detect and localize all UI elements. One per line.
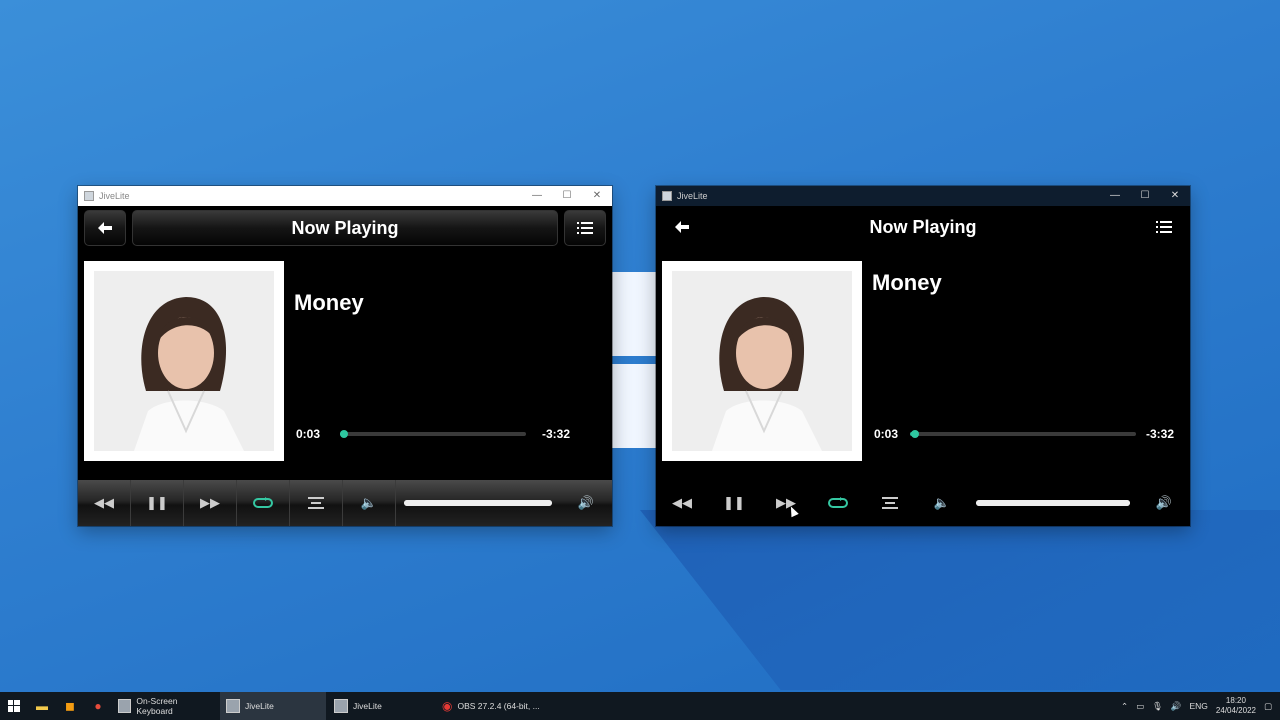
close-button[interactable]: ✕ [582,186,612,206]
window-title: JiveLite [99,191,130,201]
jivelite-window-left[interactable]: JiveLite — ☐ ✕ Now Playing Money 0:03 -3… [78,186,612,526]
taskbar-app-obs[interactable]: ◉ OBS 27.2.4 (64-bit, ... [436,692,548,720]
fast-forward-icon: ▶▶ [200,495,220,510]
pause-icon: ❚❚ [146,495,168,510]
elapsed-time: 0:03 [874,427,899,441]
volume-slider[interactable] [404,500,552,506]
progress-row: 0:03 -3:32 [872,426,1174,442]
minimize-button[interactable]: — [522,186,552,206]
list-icon [1156,221,1172,233]
windows-wallpaper-logo [612,272,658,448]
chrome-icon: ● [94,699,102,713]
repeat-icon [253,497,273,508]
close-button[interactable]: ✕ [1160,186,1190,206]
taskbar-app-jivelite-2[interactable]: JiveLite [328,692,434,720]
pause-button[interactable]: ❚❚ [131,480,184,526]
keyboard-icon [118,699,132,713]
page-title: Now Playing [132,210,558,246]
back-button[interactable] [84,210,126,246]
volume-low-icon: 🔈 [360,495,378,510]
repeat-icon [828,497,848,508]
jivelite-window-right[interactable]: JiveLite — ☐ ✕ Now Playing Money 0:03 -3… [656,186,1190,526]
rewind-button[interactable]: ◀◀ [656,480,708,526]
remaining-time: -3:32 [1145,427,1174,441]
repeat-button[interactable] [812,480,864,526]
volume-up-button[interactable]: 🔊 [560,480,612,526]
progress-knob[interactable] [339,430,348,438]
file-explorer-button[interactable]: ▬ [28,692,56,720]
network-icon[interactable]: ▭ [1136,701,1144,712]
maximize-button[interactable]: ☐ [552,186,582,206]
start-button[interactable] [0,692,28,720]
volume-low-icon: 🔈 [933,495,951,510]
back-arrow-icon [675,221,689,233]
rss-app-button[interactable]: ◼ [56,692,84,720]
repeat-button[interactable] [237,480,290,526]
list-icon [577,222,593,234]
menu-button[interactable] [564,210,606,246]
obs-icon: ◉ [442,699,453,713]
rewind-button[interactable]: ◀◀ [78,480,131,526]
pause-button[interactable]: ❚❚ [708,480,760,526]
rewind-icon: ◀◀ [94,495,114,510]
menu-button[interactable] [1144,210,1184,244]
maximize-button[interactable]: ☐ [1130,186,1160,206]
progress-slider[interactable] [910,430,1136,438]
app-icon [84,191,94,201]
window-titlebar[interactable]: JiveLite — ☐ ✕ [78,186,612,206]
folder-icon: ▬ [36,699,48,713]
chevron-up-icon[interactable]: ⌃ [1121,701,1128,712]
app-icon [662,191,672,201]
volume-down-button[interactable]: 🔈 [916,480,968,526]
transport-controls: ◀◀ ❚❚ ▶▶ 🔈 🔊 [78,480,612,526]
fast-forward-button[interactable]: ▶▶ [184,480,237,526]
window-title: JiveLite [677,191,708,201]
wallpaper-light-beam [640,510,1280,690]
minimize-button[interactable]: — [1100,186,1130,206]
transport-controls: ◀◀ ❚❚ ▶▶ 🔈 🔊 [656,480,1190,526]
now-playing-header: Now Playing [78,206,612,250]
taskbar-app-osk[interactable]: On-Screen Keyboard [112,692,218,720]
fast-forward-button[interactable]: ▶▶ [760,480,812,526]
language-indicator[interactable]: ENG [1190,701,1208,711]
rss-icon: ◼ [65,699,75,713]
album-artwork [84,261,284,461]
now-playing-header: Now Playing [656,206,1190,250]
taskbar: ▬ ◼ ● On-Screen Keyboard JiveLite JiveLi… [0,692,1280,720]
back-arrow-icon [98,222,112,234]
system-tray: ⌃ ▭ 🎙 🔊 ENG 18:20 24/04/2022 ▢ [1121,696,1280,716]
taskbar-app-jivelite-1[interactable]: JiveLite [220,692,326,720]
track-title: Money [872,270,942,295]
pause-icon: ❚❚ [723,495,745,510]
progress-knob[interactable] [910,430,919,438]
shuffle-button[interactable] [290,480,343,526]
remaining-time: -3:32 [541,427,570,441]
shuffle-icon [308,497,324,509]
window-titlebar[interactable]: JiveLite — ☐ ✕ [656,186,1190,206]
clock[interactable]: 18:20 24/04/2022 [1216,696,1256,716]
speaker-icon[interactable]: 🔊 [1171,701,1182,712]
volume-up-button[interactable]: 🔊 [1138,480,1190,526]
elapsed-time: 0:03 [296,427,321,441]
volume-down-button[interactable]: 🔈 [343,480,396,526]
rewind-icon: ◀◀ [672,495,692,510]
microphone-icon[interactable]: 🎙 [1152,701,1163,712]
volume-high-icon: 🔊 [577,495,595,510]
notifications-icon[interactable]: ▢ [1264,701,1272,712]
jivelite-icon [226,699,240,713]
shuffle-icon [882,497,898,509]
progress-slider[interactable] [339,430,526,438]
progress-row: 0:03 -3:32 [294,426,594,442]
shuffle-button[interactable] [864,480,916,526]
windows-start-icon [8,700,20,712]
back-button[interactable] [662,210,702,244]
jivelite-icon [334,699,348,713]
volume-high-icon: 🔊 [1155,495,1173,510]
volume-slider[interactable] [976,500,1130,506]
page-title: Now Playing [869,216,977,237]
track-title: Money [294,290,364,315]
album-artwork [662,261,862,461]
chrome-button[interactable]: ● [84,692,112,720]
